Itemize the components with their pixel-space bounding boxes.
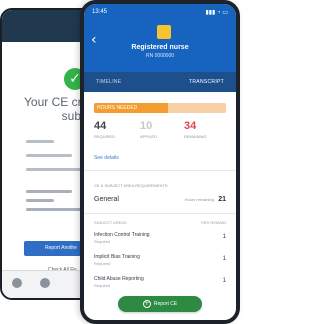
section-divider (84, 213, 236, 214)
remaining-stat: 34 REMAINING (184, 120, 228, 139)
remaining-caption: REMAINING (184, 134, 207, 139)
applied-caption: APPLIED (140, 134, 157, 139)
front-phone: 13:45 ▮▮▮ ◔ ▭ ‹ Registered nurse RN 0000… (80, 0, 240, 324)
status-time: 13:45 (92, 9, 108, 15)
requirement-sub: Required (94, 239, 111, 244)
status-bar: 13:45 ▮▮▮ ◔ ▭ (84, 4, 236, 22)
license-number: RN 0000000 (145, 53, 175, 59)
plus-icon: + (142, 299, 151, 308)
license-header: ‹ Registered nurse RN 0000000 (84, 22, 236, 72)
requirement-item[interactable]: Child Abuse Reporting Required 1 (94, 276, 226, 294)
detail-line (26, 140, 54, 143)
subheads-right: HRS REMAIN (200, 220, 226, 225)
requirement-title: Infection Control Training (94, 232, 150, 238)
report-ce-label: Report CE (153, 301, 178, 307)
requirement-title: Implicit Bias Training (94, 254, 140, 260)
requirement-sub: Required (94, 261, 111, 266)
general-meta: Hours remaining (184, 197, 214, 202)
requirement-count: 1 (222, 256, 226, 262)
tab-timeline[interactable]: TIMELINE (96, 79, 121, 85)
info-line (26, 190, 72, 193)
general-count: 21 (218, 196, 226, 203)
detail-line (26, 168, 86, 171)
requirement-item[interactable]: Implicit Bias Training Required 1 (94, 254, 226, 272)
info-line (26, 199, 54, 202)
required-value: 44 (94, 120, 107, 132)
see-details-link[interactable]: See details (94, 155, 119, 161)
requirements-heading: CE & SUBJECT AREA REQUIREMENTS (94, 183, 168, 188)
subheads-left: SUBJECT AREAS (94, 220, 127, 225)
tab-transcript[interactable]: TRANSCRIPT (189, 79, 224, 85)
requirement-count: 1 (222, 278, 226, 284)
required-caption: REQUIRED (94, 134, 116, 139)
requirement-item[interactable]: Infection Control Training Required 1 (94, 232, 226, 250)
remaining-value: 34 (184, 120, 197, 132)
required-stat: 44 REQUIRED (94, 120, 138, 139)
hours-progress-label: HOURS NEEDED (97, 105, 138, 111)
license-tabs: TIMELINE TRANSCRIPT (84, 72, 236, 92)
license-logo-icon (157, 25, 171, 39)
requirement-sub: Required (94, 283, 111, 288)
info-line (26, 208, 86, 211)
applied-stat: 10 APPLIED (140, 120, 184, 139)
nav-profile-icon[interactable] (40, 278, 50, 288)
requirement-count: 1 (222, 234, 226, 240)
general-row[interactable]: General Hours remaining 21 (94, 196, 226, 210)
general-label: General (94, 196, 119, 203)
hours-stats: 44 REQUIRED 10 APPLIED 34 REMAINING (94, 120, 226, 145)
transcript-content: HOURS NEEDED 44 REQUIRED 10 APPLIED 34 R… (84, 92, 236, 320)
report-ce-button[interactable]: + Report CE (118, 296, 202, 312)
requirement-title: Child Abuse Reporting (94, 276, 144, 282)
nav-home-icon[interactable] (12, 278, 22, 288)
applied-value: 10 (140, 120, 153, 132)
license-title: Registered nurse (131, 44, 189, 51)
detail-line (26, 154, 72, 157)
status-icons: ▮▮▮ ◔ ▭ (205, 10, 228, 16)
section-divider (84, 170, 236, 171)
